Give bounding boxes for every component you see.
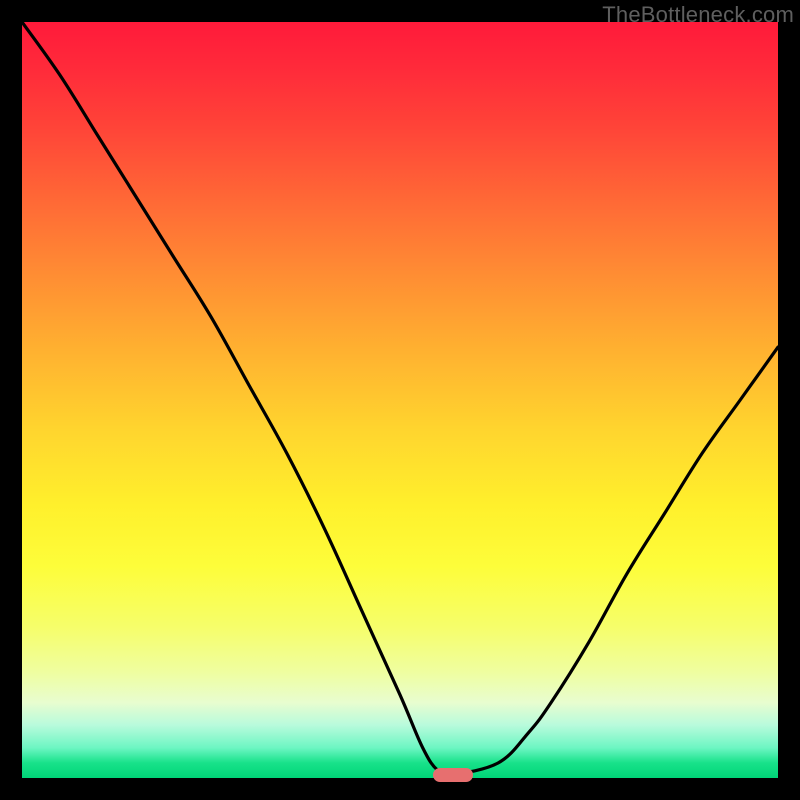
plot-area — [22, 22, 778, 778]
chart-frame: TheBottleneck.com — [0, 0, 800, 800]
bottleneck-curve — [22, 22, 778, 778]
optimal-marker — [433, 768, 473, 782]
